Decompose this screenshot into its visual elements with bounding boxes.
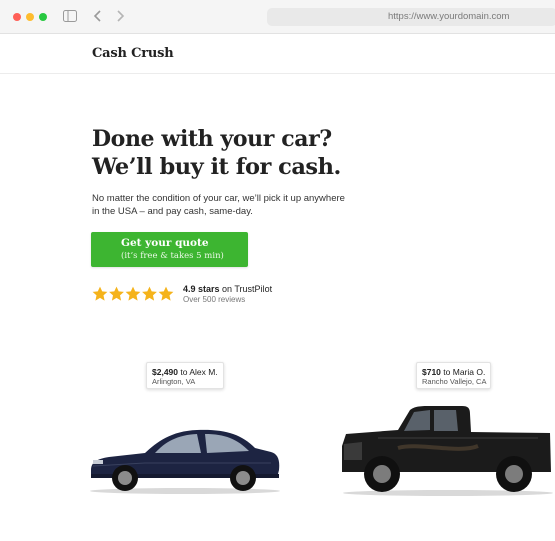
maximize-window-button[interactable] [39,13,47,21]
star-icon [92,286,108,301]
offer-location: Rancho Vallejo, CA [422,377,487,386]
brand-logo[interactable]: Cash Crush [92,46,174,61]
rating-summary: 4.9 stars on TrustPilot [183,284,272,294]
hero-subtitle: We’ll buy it for cash. [92,154,341,180]
star-rating-icon [92,286,174,301]
minimize-window-button[interactable] [26,13,34,21]
get-quote-sublabel: (it’s free & takes 5 min) [121,251,224,261]
pickup-truck-icon [342,406,553,496]
star-icon [142,286,157,301]
offer-tag: $710 to Maria O. Rancho Vallejo, CA [416,362,491,389]
hero-title: Done with your car? [92,126,332,152]
offer-tag: $2,490 to Alex M. Arlington, VA [146,362,224,389]
offer-recipient: to Alex M. [180,367,218,377]
sedan-icon [90,429,280,494]
address-bar[interactable]: https://www.yourdomain.com [267,8,555,26]
offer-amount: $710 [422,367,441,377]
offer-location: Arlington, VA [152,377,196,386]
site-header: Cash Crush [0,34,555,74]
star-icon [125,286,141,301]
forward-arrow-icon[interactable] [114,8,126,24]
close-window-button[interactable] [13,13,21,21]
star-icon [109,286,124,301]
get-quote-button[interactable]: Get your quote (it’s free & takes 5 min) [91,232,248,267]
sidebar-toggle-icon[interactable] [63,10,77,22]
back-arrow-icon[interactable] [92,8,104,24]
offer-recipient: to Maria O. [443,367,486,377]
browser-toolbar: https://www.yourdomain.com [0,0,555,34]
offer-amount: $2,490 [152,367,178,377]
url-text: https://www.yourdomain.com [388,11,510,22]
rating-review-count: Over 500 reviews [183,295,246,304]
rating-source: on TrustPilot [222,284,273,294]
hero-description: No matter the condition of your car, we’… [92,193,345,217]
get-quote-label: Get your quote [121,237,209,249]
star-icon [158,286,174,301]
rating-score: 4.9 stars [183,284,220,294]
